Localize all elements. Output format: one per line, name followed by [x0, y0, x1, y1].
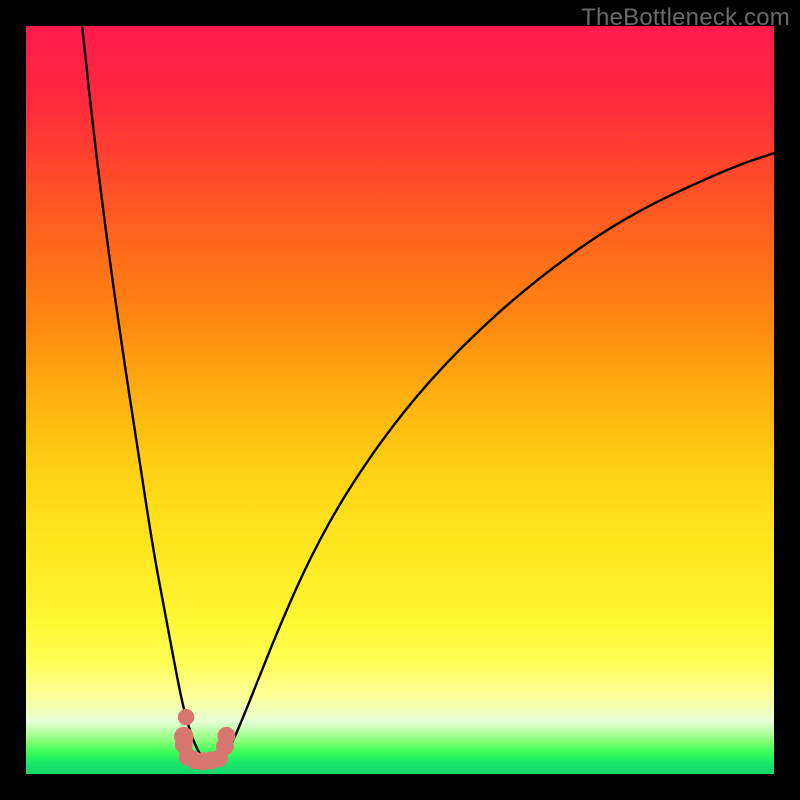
valley-dot [178, 709, 194, 725]
chart-frame: TheBottleneck.com [0, 0, 800, 800]
curve-layer [26, 26, 774, 774]
plot-area [26, 26, 774, 774]
watermark-text: TheBottleneck.com [581, 4, 790, 32]
valley-dot [217, 727, 235, 745]
left-curve [82, 26, 204, 759]
right-curve [223, 153, 774, 759]
valley-dots [174, 709, 235, 770]
